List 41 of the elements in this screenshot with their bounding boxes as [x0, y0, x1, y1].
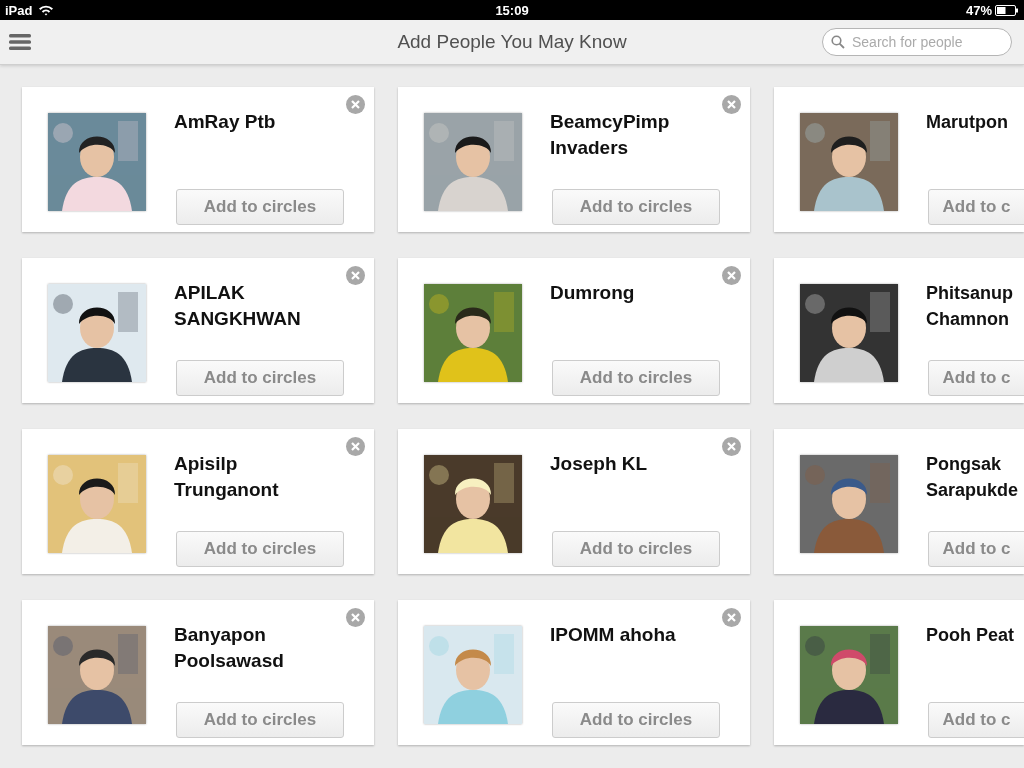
close-icon[interactable] [346, 608, 365, 627]
close-icon[interactable] [722, 437, 741, 456]
person-name: Marutpon [926, 111, 1008, 134]
add-to-circles-button[interactable]: Add to circles [176, 702, 344, 738]
person-name: AmRay Ptb [174, 110, 276, 134]
close-icon[interactable] [346, 266, 365, 285]
person-name: Phitsanup Chamnon [926, 282, 1014, 331]
person-name: BeamcyPimp Invaders [550, 110, 671, 160]
add-to-circles-button[interactable]: Add to circles [176, 531, 344, 567]
add-to-circles-button[interactable]: Add to circles [176, 360, 344, 396]
add-to-circles-button[interactable]: Add to c [928, 189, 1024, 225]
battery-icon [995, 4, 1019, 16]
add-to-circles-button[interactable]: Add to c [928, 702, 1024, 738]
person-name: Pongsak Sarapukde [926, 453, 1020, 502]
close-icon[interactable] [346, 437, 365, 456]
close-icon[interactable] [722, 608, 741, 627]
add-to-circles-button[interactable]: Add to circles [552, 189, 720, 225]
add-to-circles-button[interactable]: Add to c [928, 531, 1024, 567]
add-to-circles-button[interactable]: Add to c [928, 360, 1024, 396]
search-icon [831, 35, 845, 49]
battery-percent: 47% [965, 2, 992, 18]
close-icon[interactable] [346, 95, 365, 114]
menu-icon[interactable] [9, 34, 31, 50]
person-name: Joseph KL [550, 452, 648, 476]
wifi-icon [38, 4, 55, 16]
person-name: Pooh Peat [926, 624, 1014, 647]
person-name: Banyapon Poolsawasd [174, 623, 285, 673]
person-name: Apisilp Trunganont [174, 452, 280, 502]
search-field[interactable]: Search for people [822, 28, 1012, 56]
add-to-circles-button[interactable]: Add to circles [552, 360, 720, 396]
device-name: iPad [5, 2, 33, 18]
close-icon[interactable] [722, 95, 741, 114]
person-name: IPOMM ahoha [550, 623, 676, 647]
add-to-circles-button[interactable]: Add to circles [176, 189, 344, 225]
add-to-circles-button[interactable]: Add to circles [552, 531, 720, 567]
person-name: Dumrong [550, 281, 635, 305]
close-icon[interactable] [722, 266, 741, 285]
clock-time: 15:09 [495, 2, 529, 18]
person-name: APILAK SANGKHWAN [174, 281, 302, 331]
add-to-circles-button[interactable]: Add to circles [552, 702, 720, 738]
page-title: Add People You May Know [397, 31, 627, 52]
